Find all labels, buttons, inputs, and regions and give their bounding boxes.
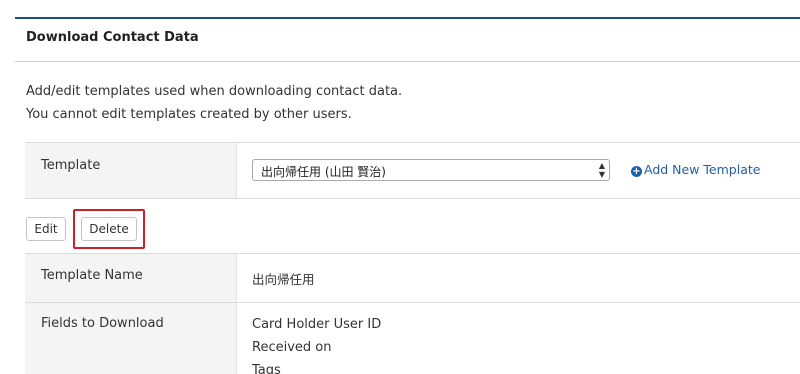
template-label: Template [41,158,101,173]
add-new-template-label: Add New Template [644,162,761,177]
select-arrows-icon: ▲ ▼ [598,161,605,179]
template-label-cell: Template [25,143,237,198]
template-name-label: Template Name [41,268,143,283]
add-new-template-link[interactable]: + Add New Template [631,162,760,177]
template-details-table: Template Name 出向帰任用 Fields to Download C… [25,253,800,374]
delete-button[interactable]: Delete [81,217,137,241]
details-row-divider [25,302,800,303]
template-name-value: 出向帰任用 [252,272,315,287]
edit-button[interactable]: Edit [26,217,66,241]
section-title: Download Contact Data [26,30,199,45]
section-top-border [15,17,800,19]
field-item: Tags [252,363,281,374]
description-line-1: Add/edit templates used when downloading… [26,84,403,99]
template-select[interactable]: 出向帰任用 (山田 賢治) ▲ ▼ [252,159,610,181]
download-contact-data-page: Download Contact Data Add/edit templates… [0,0,800,374]
field-item: Card Holder User ID [252,317,382,332]
field-item: Received on [252,340,332,355]
description-line-2: You cannot edit templates created by oth… [26,107,352,122]
plus-circle-icon: + [631,166,642,177]
title-divider [15,61,800,62]
template-selector-row: Template 出向帰任用 (山田 賢治) ▲ ▼ + Add New Templ… [25,142,800,199]
fields-to-download-label: Fields to Download [41,316,164,331]
template-select-value: 出向帰任用 (山田 賢治) [261,165,386,179]
